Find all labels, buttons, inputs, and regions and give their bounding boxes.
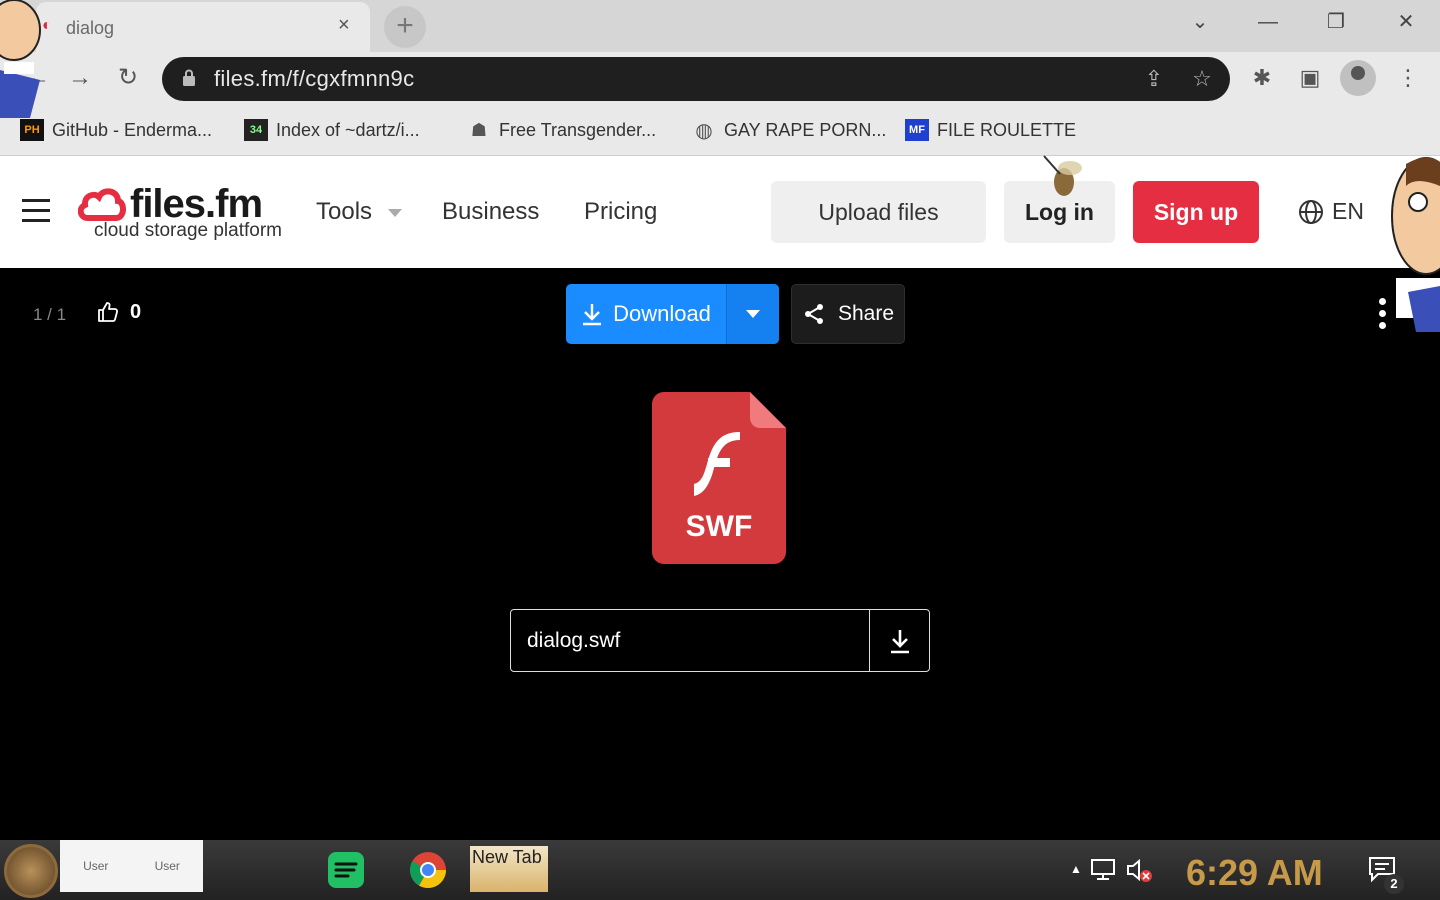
language-code: EN <box>1332 198 1364 224</box>
download-button-group: Download <box>566 284 779 344</box>
taskbar: User User New Tab ▲ 6:29 AM 2 <box>0 840 1440 900</box>
system-tray: ▲ 6:29 AM 2 <box>1070 842 1440 898</box>
download-options-dropdown[interactable] <box>726 284 779 344</box>
new-tab-thumb-label: New Tab <box>472 847 542 867</box>
site-header: files.fm cloud storage platform Tools Bu… <box>0 156 1440 268</box>
chrome-icon[interactable] <box>408 850 448 890</box>
nav-business[interactable]: Business <box>442 198 539 226</box>
tab-title: dialog <box>66 18 115 38</box>
swf-file-icon: SWF <box>652 392 786 564</box>
notification-count-badge: 2 <box>1384 874 1404 894</box>
bookmark-label: Index of ~dartz/i... <box>276 119 420 140</box>
globe-favicon-icon: ◍ <box>695 119 713 142</box>
like-button[interactable]: 0 <box>96 300 141 324</box>
tools-caret-icon[interactable] <box>388 209 402 217</box>
tray-expand-icon[interactable]: ▲ <box>1070 862 1082 876</box>
bookmark-label: GitHub - Enderma... <box>52 119 213 140</box>
signup-button[interactable]: Sign up <box>1133 181 1259 243</box>
tab-search-icon[interactable]: ⌄ <box>1180 8 1220 36</box>
like-count: 0 <box>130 300 142 323</box>
tab-dialog[interactable]: ◐ dialog × <box>36 2 370 52</box>
network-icon[interactable] <box>1090 858 1118 882</box>
url-text[interactable]: files.fm/f/cgxfmnn9c <box>214 66 414 92</box>
new-tab-taskbar-thumbnail[interactable]: New Tab <box>470 846 548 892</box>
spotify-like-app-icon[interactable] <box>326 850 366 890</box>
new-tab-button[interactable]: + <box>384 6 426 48</box>
download-button[interactable]: Download <box>566 284 726 344</box>
close-window-button[interactable]: ✕ <box>1386 8 1426 36</box>
profile-avatar[interactable] <box>1340 60 1376 96</box>
bookmark-label: FILE ROULETTE <box>937 119 1077 140</box>
bookmark-label: Free Transgender... <box>499 119 657 140</box>
share-button[interactable]: Share <box>791 284 905 344</box>
reload-icon[interactable]: ↻ <box>110 60 146 96</box>
browser-toolbar: ← → ↻ files.fm/f/cgxfmnn9c ⇪ ☆ ✱ ▣ ⋮ <box>0 52 1440 104</box>
cloud-logo-icon <box>78 188 126 221</box>
filename-field: dialog.swf <box>510 609 930 672</box>
download-icon <box>891 629 909 653</box>
filename-download-button[interactable] <box>869 610 930 671</box>
fly-icon <box>1043 155 1082 196</box>
bookmark-gay[interactable]: ◍ GAY RAPE PORN... <box>692 117 886 143</box>
bookmark-star-icon[interactable]: ☆ <box>1188 65 1216 93</box>
nav-tools[interactable]: Tools <box>316 198 372 226</box>
nav-pricing[interactable]: Pricing <box>584 198 657 226</box>
extensions-icon[interactable]: ✱ <box>1246 62 1278 94</box>
logo-tagline: cloud storage platform <box>94 220 282 241</box>
filename-text: dialog.swf <box>527 629 621 652</box>
download-label: Download <box>613 301 711 326</box>
language-selector[interactable]: EN <box>1298 198 1364 225</box>
user-thumbnails[interactable]: User User <box>60 840 203 892</box>
volume-muted-icon[interactable] <box>1126 858 1154 884</box>
file-type-label: SWF <box>685 510 753 543</box>
tab-close-icon[interactable]: × <box>338 14 350 37</box>
thumbs-up-icon <box>98 302 119 322</box>
file-counter: 1 / 1 <box>33 305 67 324</box>
pornhub-favicon-icon: PH <box>20 119 44 141</box>
user-label: User <box>83 859 109 873</box>
start-button[interactable] <box>4 844 58 898</box>
restore-button[interactable]: ❐ <box>1316 8 1356 36</box>
index-favicon-icon: 34 <box>244 119 268 141</box>
globe-icon <box>1299 199 1323 224</box>
share-page-icon[interactable]: ⇪ <box>1140 65 1168 93</box>
robot-favicon-icon: ☗ <box>470 119 488 140</box>
download-icon <box>583 304 602 326</box>
forward-icon[interactable]: → <box>62 60 98 96</box>
hamburger-menu-icon[interactable] <box>22 199 50 225</box>
bookmark-label: GAY RAPE PORN... <box>724 119 887 140</box>
side-panel-icon[interactable]: ▣ <box>1294 62 1326 94</box>
bookmark-file-roulette[interactable]: MF FILE ROULETTE <box>905 117 1076 143</box>
cartoon-character-right-icon <box>1391 157 1440 332</box>
browser-menu-icon[interactable]: ⋮ <box>1392 62 1424 94</box>
bookmark-index[interactable]: 34 Index of ~dartz/i... <box>244 117 420 143</box>
lock-icon <box>183 69 195 86</box>
clock[interactable]: 6:29 AM <box>1186 852 1323 894</box>
tab-strip: ◐ dialog × + ⌄ — ❐ ✕ <box>0 0 1440 52</box>
cartoon-character-left-icon <box>0 0 41 118</box>
upload-files-button[interactable]: Upload files <box>771 181 986 243</box>
minimize-button[interactable]: — <box>1248 8 1288 36</box>
bookmarks-bar: PH GitHub - Enderma... 34 Index of ~dart… <box>0 104 1440 156</box>
bookmark-free[interactable]: ☗ Free Transgender... <box>467 117 656 143</box>
share-icon <box>804 304 823 324</box>
address-bar[interactable]: files.fm/f/cgxfmnn9c ⇪ ☆ <box>162 57 1230 101</box>
share-label: Share <box>837 302 895 325</box>
user-label: User <box>154 859 180 873</box>
file-roulette-favicon-icon: MF <box>905 119 929 141</box>
bookmark-github[interactable]: PH GitHub - Enderma... <box>20 117 212 143</box>
